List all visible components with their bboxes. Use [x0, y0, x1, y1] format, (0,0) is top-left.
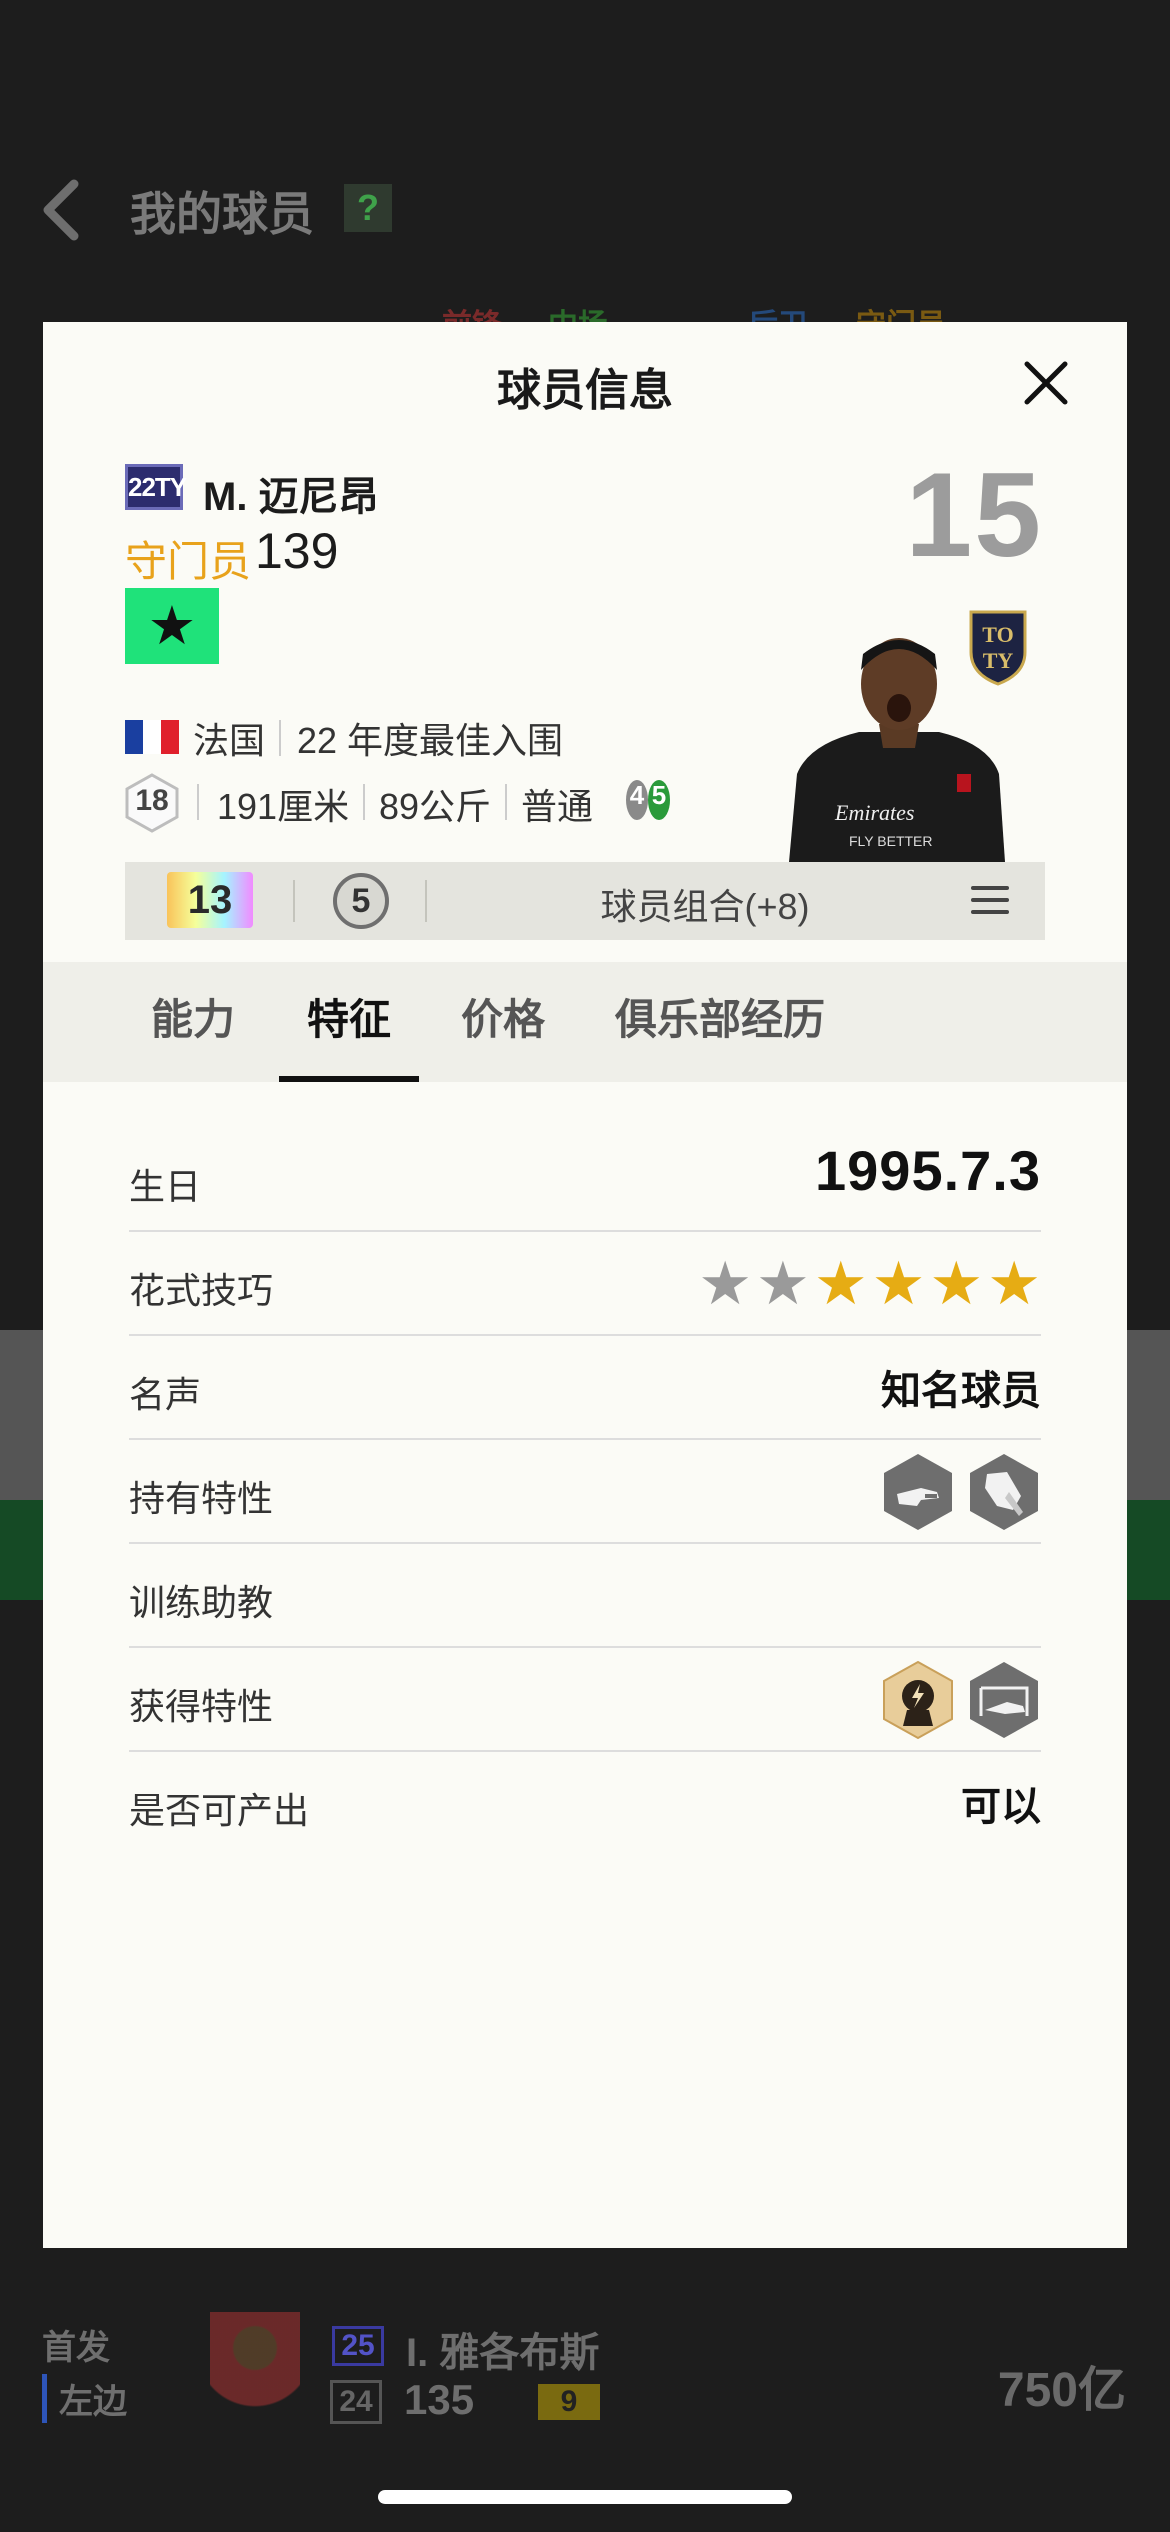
tradable-value: 可以	[961, 1785, 1041, 1829]
owned-traits-label: 持有特性	[129, 1478, 274, 1519]
player-overall: 139	[255, 523, 339, 579]
birthday-row: 生日 1995.7.3	[129, 1128, 1041, 1232]
player-height: 191厘米	[217, 786, 350, 827]
row-side: 左边	[42, 2374, 127, 2423]
player-award: 22 年度最佳入围	[297, 720, 564, 761]
acquired-traits-icons	[881, 1660, 1041, 1740]
tab-traits[interactable]: 特征	[278, 962, 420, 1082]
fame-label: 名声	[129, 1374, 202, 1415]
tab-price[interactable]: 价格	[461, 962, 545, 1082]
player-nation: 法国	[193, 720, 266, 761]
divider	[197, 784, 199, 820]
acquired-traits-label: 获得特性	[129, 1686, 274, 1727]
gk-glove-trait-icon[interactable]	[967, 1452, 1041, 1532]
player-info-modal: 球员信息 22TY M. 迈尼昂 守门员 139 ★ 15 TO TY Emir…	[43, 322, 1127, 2248]
quick-reflex-trait-icon[interactable]	[881, 1660, 955, 1740]
star-filled-icon: ★	[987, 1250, 1041, 1317]
owned-traits-row: 持有特性	[129, 1440, 1041, 1544]
team-color-badge: 13	[167, 872, 253, 928]
tab-club-history[interactable]: 俱乐部经历	[615, 962, 825, 1082]
row-tag: 9	[538, 2384, 600, 2420]
tab-ability[interactable]: 能力	[151, 962, 235, 1082]
help-button[interactable]: ?	[344, 184, 392, 232]
divider	[363, 784, 365, 820]
france-flag-icon	[125, 720, 179, 754]
season-badge: 22TY	[125, 464, 187, 510]
back-arrow-icon[interactable]	[38, 178, 86, 242]
close-icon[interactable]	[1011, 348, 1081, 418]
menu-icon[interactable]	[971, 886, 1009, 916]
svg-text:FLY BETTER: FLY BETTER	[849, 833, 933, 849]
star-filled-icon: ★	[929, 1250, 984, 1317]
divider	[425, 880, 427, 922]
divider	[505, 784, 507, 820]
combo-label: 球员组合(+8)	[600, 886, 810, 927]
player-name: M. 迈尼昂	[203, 475, 379, 519]
row-player-name: I. 雅各布斯	[406, 2331, 600, 2375]
player-body-type: 普通	[521, 786, 594, 827]
svg-text:Emirates: Emirates	[834, 800, 914, 825]
row-player-photo	[210, 2312, 300, 2432]
player-photo: Emirates FLY BETTER	[789, 638, 1005, 862]
background-title: 我的球员	[130, 188, 314, 240]
star-empty-icon: ★	[756, 1250, 810, 1317]
tab-bar: 能力 特征 价格 俱乐部经历	[43, 962, 1127, 1082]
fame-row: 名声 知名球员	[129, 1336, 1041, 1440]
acquired-traits-row: 获得特性	[129, 1648, 1041, 1752]
gk-dive-trait-icon[interactable]	[967, 1660, 1041, 1740]
tradable-label: 是否可产出	[129, 1790, 310, 1831]
modal-title: 球员信息	[497, 366, 673, 415]
divider	[279, 720, 281, 756]
row-overall: 135	[404, 2376, 475, 2423]
owned-traits-icons	[881, 1452, 1041, 1532]
row-price: 750亿	[997, 2364, 1126, 2417]
gk-hand-trait-icon[interactable]	[881, 1452, 955, 1532]
background-header: 我的球员 ?	[0, 160, 1170, 260]
player-position: 守门员	[125, 538, 252, 585]
chemistry-badge: 5	[333, 873, 389, 929]
home-indicator[interactable]	[378, 2490, 792, 2504]
skill-stars: ★ ★ ★ ★ ★ ★	[698, 1254, 1041, 1314]
skill-moves-row: 花式技巧 ★ ★ ★ ★ ★ ★	[129, 1232, 1041, 1336]
row-season-badge: 25	[332, 2326, 384, 2366]
birthday-value: 1995.7.3	[815, 1139, 1041, 1202]
row-level-badge: 24	[330, 2380, 382, 2424]
divider	[293, 880, 295, 922]
foot-left-value: 4	[629, 780, 645, 810]
trainer-label: 训练助教	[129, 1582, 274, 1623]
favorite-star-icon[interactable]: ★	[125, 588, 219, 664]
trainer-row: 训练助教	[129, 1544, 1041, 1648]
background-player-row[interactable]: 首发 左边 25 I. 雅各布斯 24 135 9 750亿	[0, 2290, 1170, 2450]
player-weight: 89公斤	[379, 786, 492, 827]
fame-value: 知名球员	[881, 1369, 1041, 1413]
player-combo-bar[interactable]: 13 5 球员组合(+8)	[125, 862, 1045, 940]
jersey-number: 15	[905, 448, 1043, 582]
level-value: 18	[135, 784, 169, 817]
star-filled-icon: ★	[813, 1250, 868, 1317]
row-role: 首发	[42, 2329, 110, 2367]
foot-right-value: 5	[651, 780, 667, 810]
star-filled-icon: ★	[871, 1250, 926, 1317]
star-empty-icon: ★	[698, 1250, 753, 1317]
birthday-label: 生日	[129, 1166, 202, 1207]
trait-details-list: 生日 1995.7.3 花式技巧 ★ ★ ★ ★ ★ ★ 名声 知名球员 持有特性	[129, 1128, 1041, 1856]
skill-moves-label: 花式技巧	[129, 1270, 274, 1311]
tradable-row: 是否可产出 可以	[129, 1752, 1041, 1856]
